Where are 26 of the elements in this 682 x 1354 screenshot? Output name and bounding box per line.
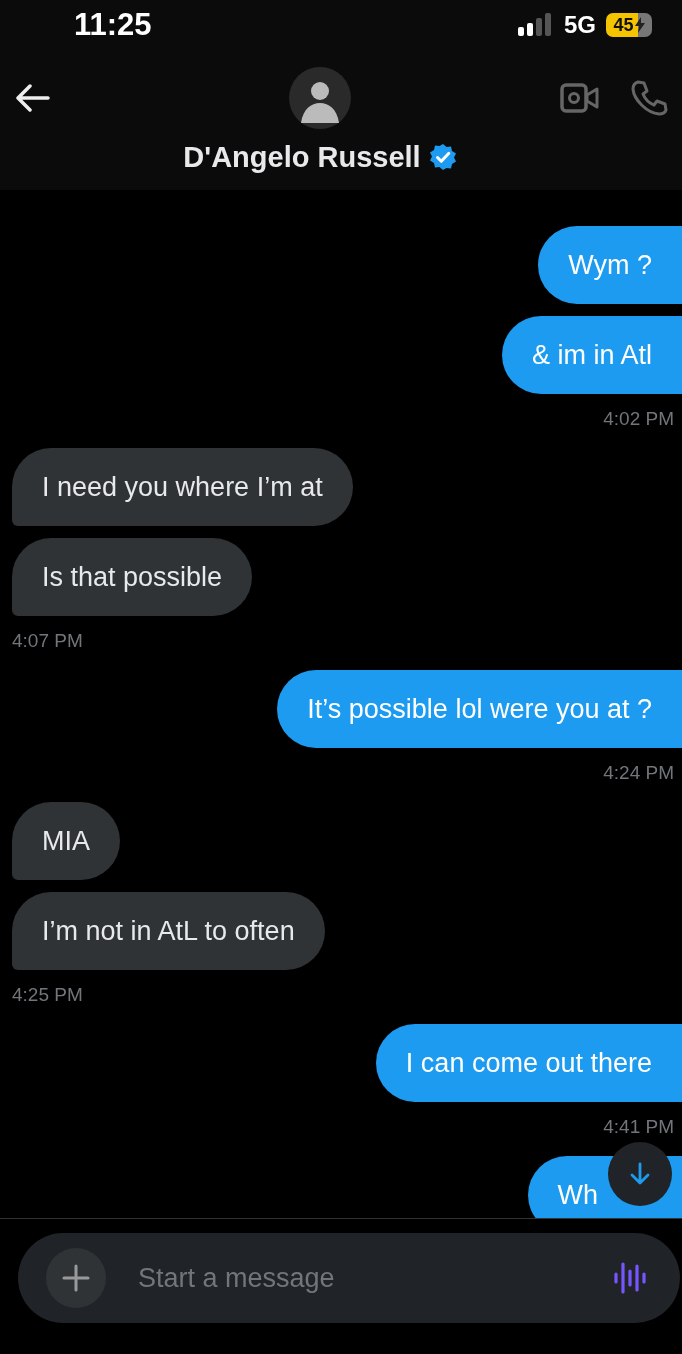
status-time: 11:25 <box>74 7 152 43</box>
message-bubble: Wym ? <box>538 226 682 304</box>
message-bubble: It’s possible lol were you at ? <box>277 670 682 748</box>
message-time: 4:02 PM <box>603 407 674 431</box>
message-time: 4:07 PM <box>12 629 83 653</box>
plus-icon <box>62 1264 90 1292</box>
signal-icon <box>518 13 554 37</box>
video-call-icon[interactable] <box>560 83 600 113</box>
avatar-icon[interactable] <box>289 66 351 129</box>
contact-name: D'Angelo Russell <box>183 140 421 174</box>
voice-wave-icon[interactable] <box>614 1261 648 1295</box>
battery-indicator: 45 <box>606 13 652 37</box>
back-arrow-icon[interactable] <box>16 84 50 112</box>
message-bubble: Is that possible <box>12 538 253 616</box>
message-input[interactable]: Start a message <box>136 1261 584 1295</box>
phone-call-icon[interactable] <box>630 79 668 117</box>
network-label: 5G <box>564 11 596 39</box>
message-time: 4:41 PM <box>603 1115 674 1139</box>
message-bubble: I need you where I’m at <box>12 448 353 526</box>
message-bubble: MIA <box>12 802 120 880</box>
message-bubble: I’m not in AtL to often <box>12 892 325 970</box>
message-bubble: & im in Atl <box>501 316 682 394</box>
down-arrow-icon <box>629 1162 651 1186</box>
message-bubble: I can come out there <box>375 1024 682 1102</box>
message-time: 4:25 PM <box>12 983 83 1007</box>
message-time: 4:24 PM <box>603 761 674 785</box>
